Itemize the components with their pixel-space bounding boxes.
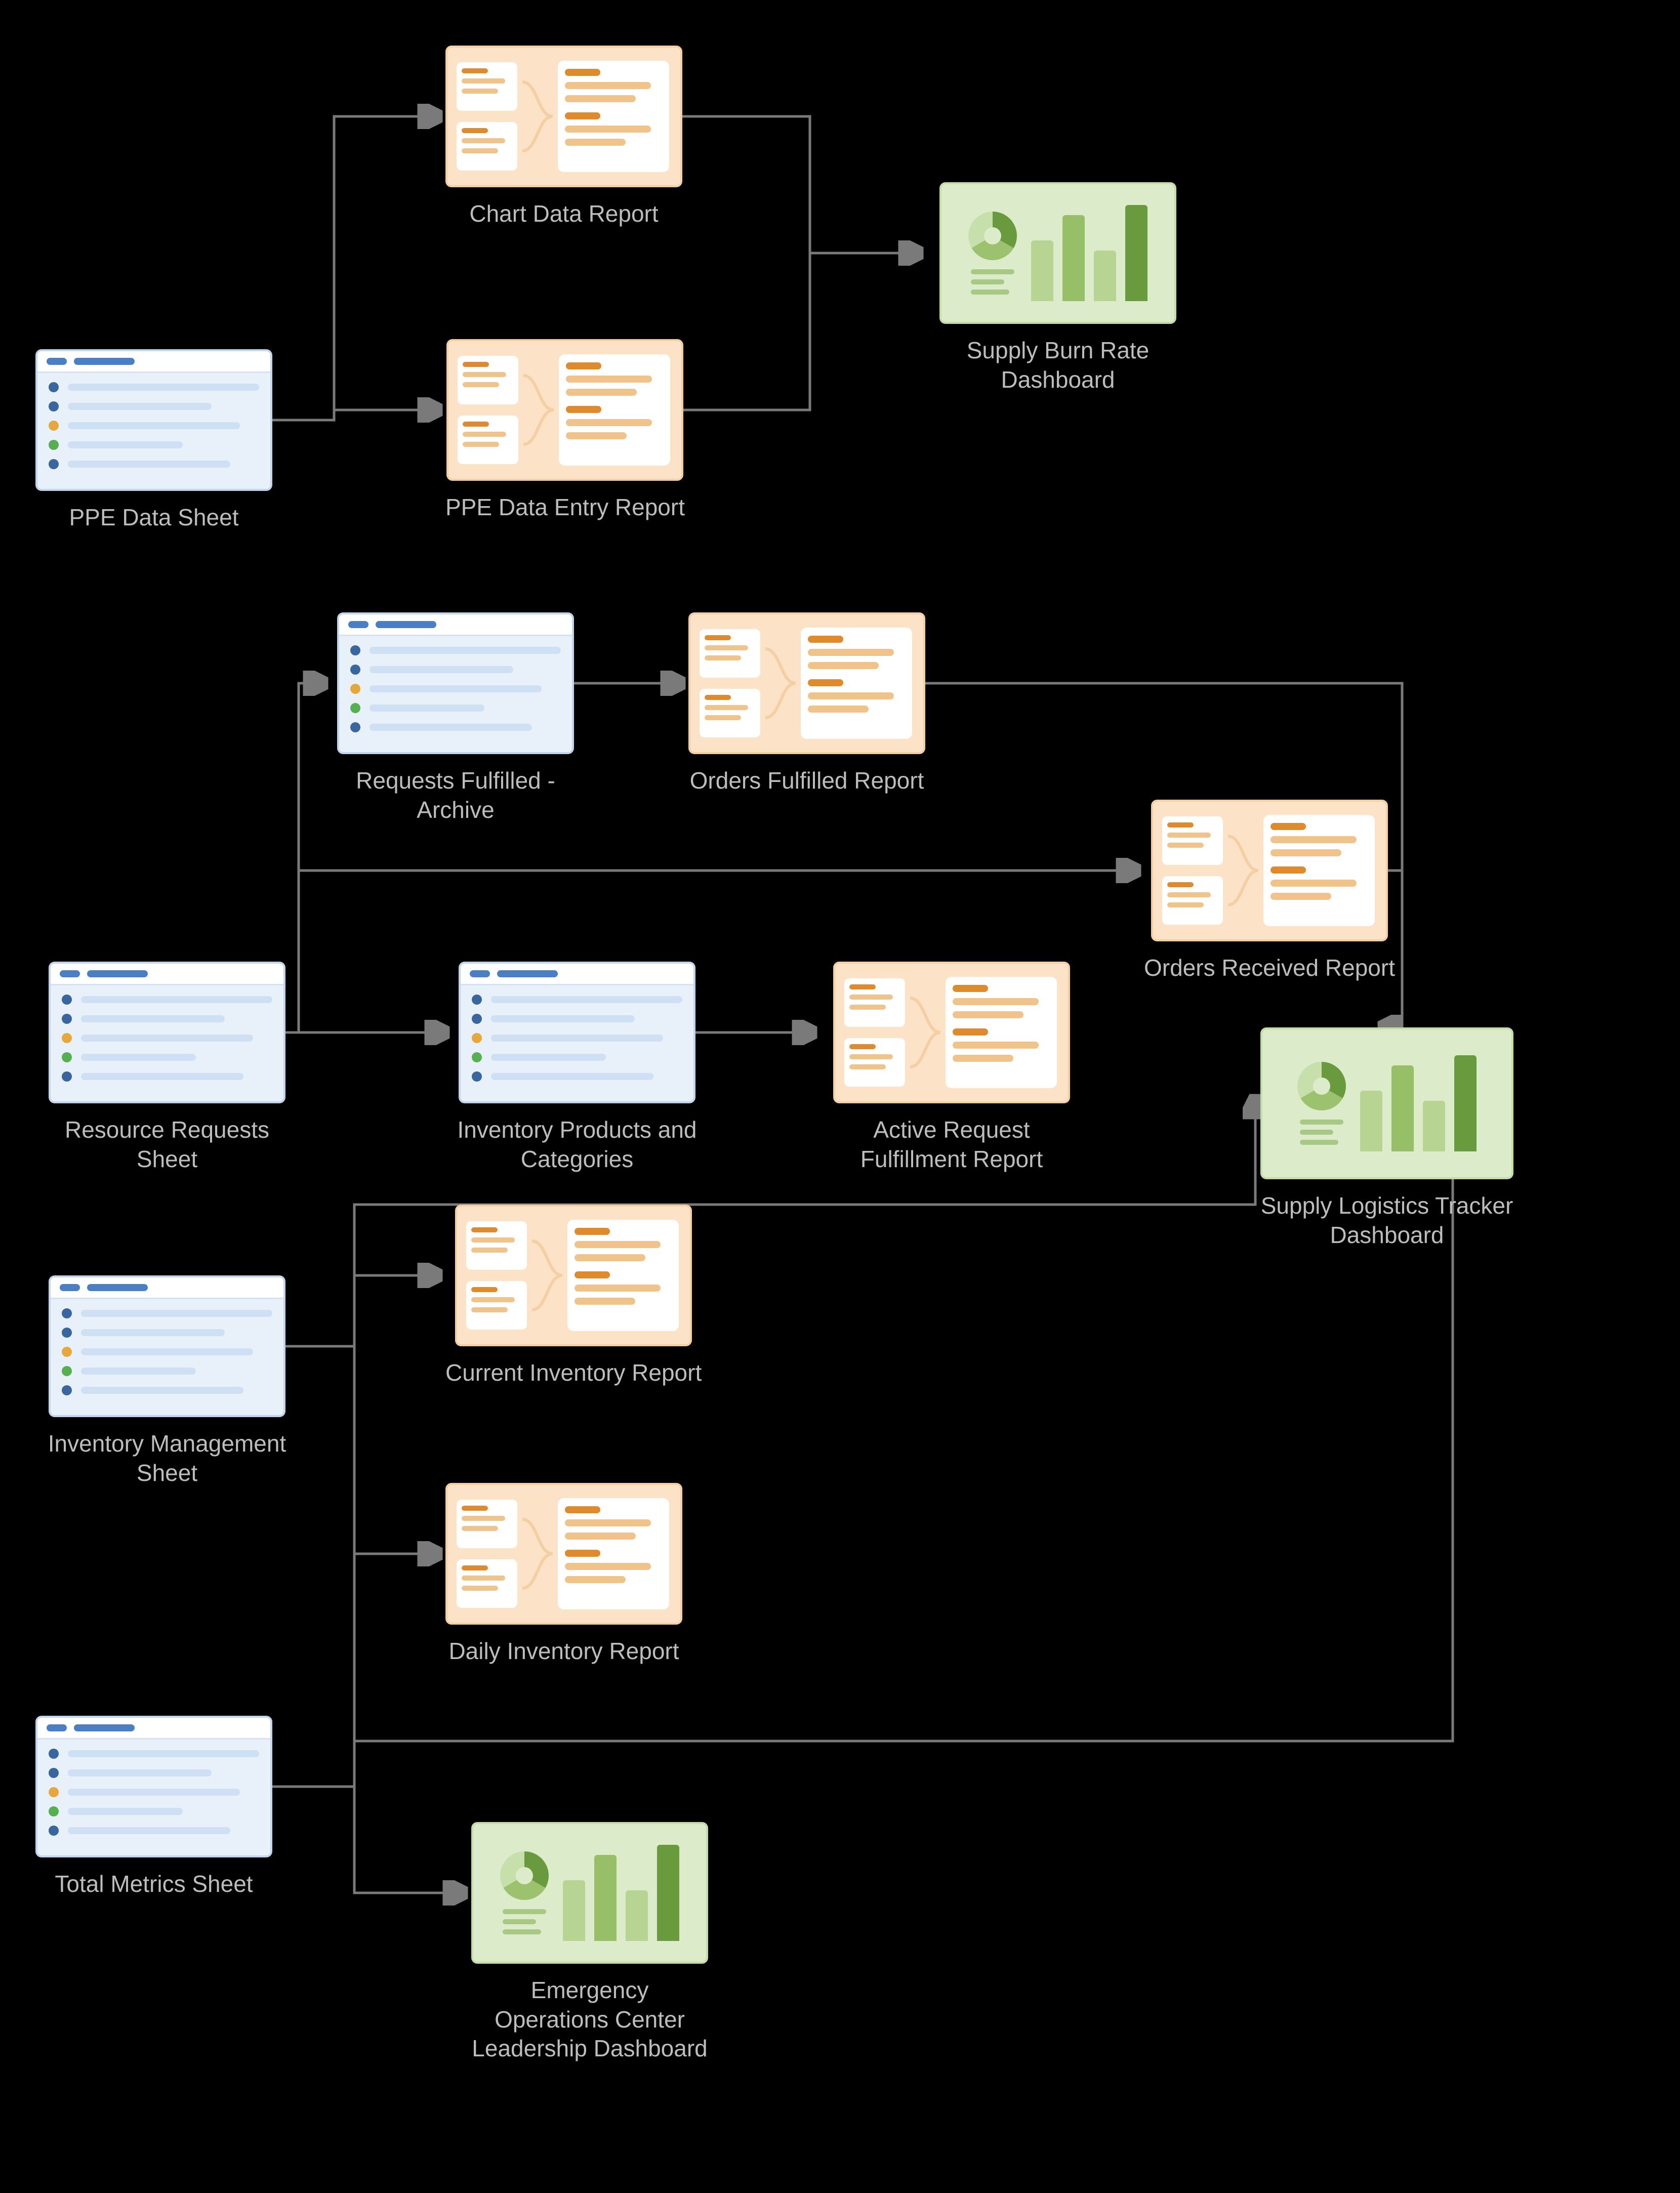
node-label: Orders Received Report xyxy=(1144,954,1395,983)
sheet-icon xyxy=(35,349,272,491)
node-chart-data-report[interactable]: Chart Data Report xyxy=(445,46,682,229)
report-icon xyxy=(833,962,1070,1103)
report-icon xyxy=(688,612,925,754)
report-icon xyxy=(446,339,683,481)
node-label: PPE Data Entry Report xyxy=(445,493,685,522)
report-icon xyxy=(445,1483,682,1625)
node-inventory-products[interactable]: Inventory Products and Categories xyxy=(445,962,709,1174)
node-label: Resource Requests Sheet xyxy=(35,1115,299,1174)
node-label: Orders Fulfilled Report xyxy=(690,766,924,796)
node-label: Emergency Operations Center Leadership D… xyxy=(471,1976,709,2063)
sheet-icon xyxy=(459,962,695,1103)
report-icon xyxy=(445,46,682,187)
node-total-metrics[interactable]: Total Metrics Sheet xyxy=(35,1716,272,1899)
node-label: Total Metrics Sheet xyxy=(55,1870,253,1899)
node-daily-inventory[interactable]: Daily Inventory Report xyxy=(445,1483,682,1666)
node-active-fulfillment[interactable]: Active Request Fulfillment Report xyxy=(820,962,1083,1174)
sheet-icon xyxy=(337,612,574,754)
dashboard-icon xyxy=(939,182,1176,324)
node-orders-received[interactable]: Orders Received Report xyxy=(1144,800,1395,983)
node-label: Requests Fulfilled - Archive xyxy=(324,766,587,824)
dashboard-icon xyxy=(1260,1027,1513,1179)
node-label: Current Inventory Report xyxy=(445,1358,702,1388)
report-icon xyxy=(1151,800,1388,941)
node-label: Inventory Management Sheet xyxy=(35,1429,299,1487)
node-current-inventory[interactable]: Current Inventory Report xyxy=(445,1205,702,1388)
sheet-icon xyxy=(35,1716,272,1857)
node-orders-fulfilled[interactable]: Orders Fulfilled Report xyxy=(688,612,925,796)
dashboard-icon xyxy=(471,1822,708,1964)
node-burn-dashboard[interactable]: Supply Burn Rate Dashboard xyxy=(926,182,1190,394)
node-requests-archive[interactable]: Requests Fulfilled - Archive xyxy=(324,612,587,824)
sheet-icon xyxy=(49,1275,285,1417)
diagram-canvas: PPE Data Sheet Chart Data Report xyxy=(0,0,1680,2193)
node-ppe-sheet[interactable]: PPE Data Sheet xyxy=(35,349,272,532)
report-icon xyxy=(455,1205,692,1346)
node-label: Active Request Fulfillment Report xyxy=(820,1115,1083,1174)
node-label: Chart Data Report xyxy=(469,199,658,229)
node-inventory-mgmt[interactable]: Inventory Management Sheet xyxy=(35,1275,299,1487)
node-label: Supply Burn Rate Dashboard xyxy=(926,336,1190,394)
node-label: Supply Logistics Tracker Dashboard xyxy=(1255,1191,1519,1250)
node-eoc-dashboard[interactable]: Emergency Operations Center Leadership D… xyxy=(471,1822,709,2063)
node-ppe-entry-report[interactable]: PPE Data Entry Report xyxy=(445,339,685,522)
node-label: Daily Inventory Report xyxy=(448,1637,679,1666)
node-logistics-dashboard[interactable]: Supply Logistics Tracker Dashboard xyxy=(1255,1027,1519,1250)
node-label: Inventory Products and Categories xyxy=(445,1115,709,1174)
node-resource-requests[interactable]: Resource Requests Sheet xyxy=(35,962,299,1174)
sheet-icon xyxy=(49,962,285,1103)
node-label: PPE Data Sheet xyxy=(69,503,239,532)
